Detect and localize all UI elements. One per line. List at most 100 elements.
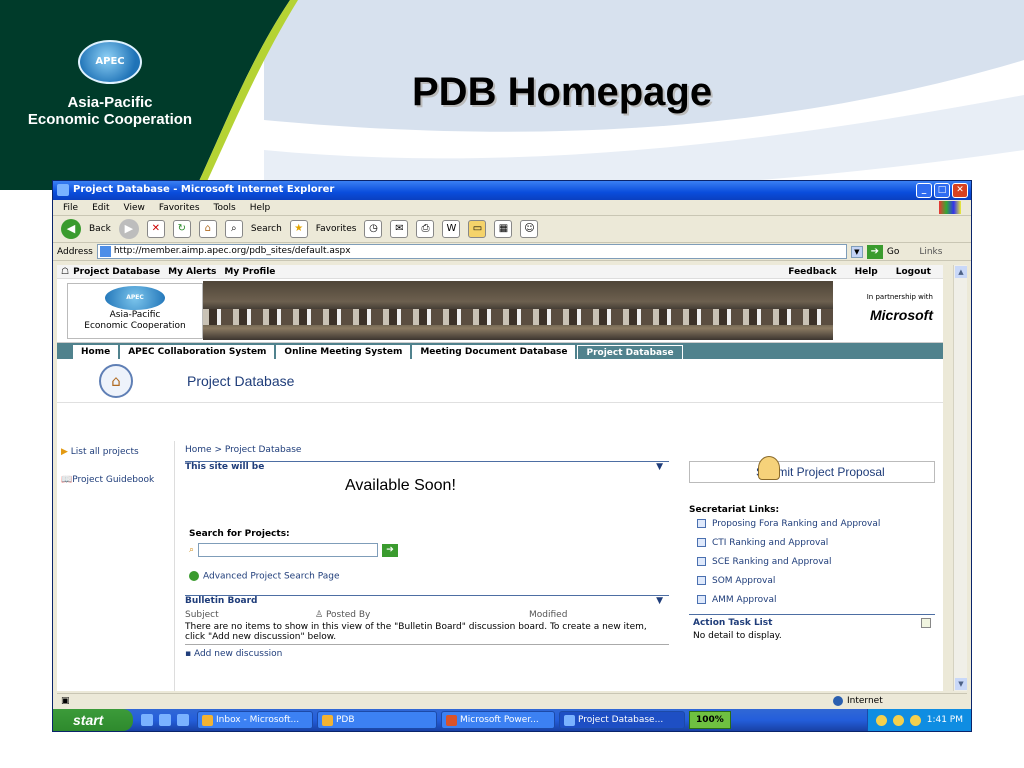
nav-list-all-projects[interactable]: ▶ List all projects bbox=[57, 441, 174, 457]
bullet-icon: ▪ bbox=[185, 649, 194, 659]
print-icon[interactable]: ⎙ bbox=[416, 220, 435, 238]
vertical-scrollbar[interactable]: ▲ ▼ bbox=[953, 265, 967, 691]
task-project-database[interactable]: Project Database... bbox=[559, 711, 685, 729]
home-icon[interactable]: ⌂ bbox=[198, 220, 217, 238]
advanced-search-link[interactable]: Advanced Project Search Page bbox=[189, 571, 340, 582]
window-title: Project Database - Microsoft Internet Ex… bbox=[73, 184, 335, 195]
quick-launch-outlook-icon[interactable] bbox=[159, 714, 171, 726]
link-logout[interactable]: Logout bbox=[896, 267, 931, 277]
tray-icon[interactable] bbox=[892, 714, 904, 726]
go-button[interactable]: Go bbox=[887, 247, 899, 257]
bulletin-menu-icon[interactable]: ▼ bbox=[656, 596, 663, 606]
zoom-level[interactable]: 100% bbox=[689, 711, 731, 729]
bulletin-header: Bulletin Board ▼ bbox=[185, 595, 669, 606]
menu-favorites[interactable]: Favorites bbox=[159, 203, 200, 215]
task-list-icon[interactable] bbox=[921, 618, 931, 628]
favorites-star-icon[interactable]: ★ bbox=[289, 220, 308, 238]
banner-meeting-photo bbox=[203, 281, 833, 340]
search-input[interactable] bbox=[198, 543, 379, 557]
link-project-database[interactable]: Project Database bbox=[73, 267, 160, 277]
menu-file[interactable]: File bbox=[63, 203, 78, 215]
messenger-icon[interactable]: ☺ bbox=[520, 220, 539, 238]
col-modified[interactable]: Modified bbox=[529, 610, 567, 620]
add-discussion-link[interactable]: ▪ Add new discussion bbox=[185, 649, 669, 659]
bulletin-empty-text: There are no items to show in this view … bbox=[185, 622, 669, 645]
back-button[interactable]: Back bbox=[89, 224, 111, 234]
edit-icon[interactable]: W bbox=[442, 220, 461, 238]
site-will-be-webpart: This site will be ▼ bbox=[185, 461, 669, 472]
tray-icon[interactable] bbox=[909, 714, 921, 726]
menu-edit[interactable]: Edit bbox=[92, 203, 109, 215]
folder-icon bbox=[322, 715, 333, 726]
status-bar: ▣ Internet bbox=[57, 693, 967, 709]
link-help[interactable]: Help bbox=[855, 267, 878, 277]
person-icon: ♙ bbox=[315, 610, 326, 620]
partner-block: In partnership with Microsoft bbox=[833, 279, 943, 342]
windows-taskbar: start Inbox - Microsoft... PDB Microsoft… bbox=[53, 709, 971, 731]
search-button[interactable]: Search bbox=[251, 224, 282, 234]
tab-project-database[interactable]: Project Database bbox=[577, 345, 683, 359]
submit-proposal-button[interactable]: Submit Project Proposal bbox=[689, 456, 935, 483]
link-feedback[interactable]: Feedback bbox=[788, 267, 836, 277]
doc-icon bbox=[697, 576, 706, 585]
link-som-approval[interactable]: SOM Approval bbox=[697, 576, 935, 591]
favorites-button[interactable]: Favorites bbox=[316, 224, 357, 234]
menu-tools[interactable]: Tools bbox=[214, 203, 236, 215]
folder-icon[interactable]: ▭ bbox=[468, 220, 487, 238]
task-inbox[interactable]: Inbox - Microsoft... bbox=[197, 711, 313, 729]
system-tray: 1:41 PM bbox=[866, 709, 971, 731]
scroll-up-icon[interactable]: ▲ bbox=[955, 266, 967, 278]
secretariat-title: Secretariat Links: bbox=[689, 505, 780, 515]
link-cti-ranking[interactable]: CTI Ranking and Approval bbox=[697, 538, 935, 553]
tab-apec-collaboration-system[interactable]: APEC Collaboration System bbox=[120, 345, 275, 359]
home-icon-circle: ⌂ bbox=[99, 363, 133, 398]
address-input[interactable]: http://member.aimp.apec.org/pdb_sites/de… bbox=[96, 244, 847, 259]
link-amm-approval[interactable]: AMM Approval bbox=[697, 595, 935, 610]
no-detail-text: No detail to display. bbox=[693, 631, 782, 641]
quick-launch bbox=[141, 714, 189, 726]
refresh-icon[interactable]: ↻ bbox=[172, 220, 191, 238]
action-task-list-header: Action Task List bbox=[689, 614, 935, 631]
link-my-alerts[interactable]: My Alerts bbox=[168, 267, 216, 277]
close-button[interactable]: ✕ bbox=[952, 183, 968, 198]
nav-project-guidebook[interactable]: 📖Project Guidebook bbox=[57, 457, 174, 485]
back-arrow-icon[interactable]: ◀ bbox=[61, 219, 81, 239]
search-go-icon[interactable]: ➔ bbox=[382, 543, 399, 557]
maximize-button[interactable]: □ bbox=[934, 183, 950, 198]
col-posted-by[interactable]: ♙ Posted By bbox=[315, 610, 529, 620]
task-powerpoint[interactable]: Microsoft Power... bbox=[441, 711, 555, 729]
site-nav-tabs: Home APEC Collaboration System Online Me… bbox=[57, 343, 943, 359]
search-icon[interactable]: ⌕ bbox=[224, 220, 243, 238]
minimize-button[interactable]: _ bbox=[916, 183, 932, 198]
link-my-profile[interactable]: My Profile bbox=[224, 267, 275, 277]
tray-icon[interactable] bbox=[875, 714, 887, 726]
site-icon: ☖ bbox=[61, 266, 70, 277]
tab-online-meeting-system[interactable]: Online Meeting System bbox=[276, 345, 411, 359]
research-icon[interactable]: ▦ bbox=[494, 220, 513, 238]
link-proposing-fora[interactable]: Proposing Fora Ranking and Approval bbox=[697, 519, 935, 534]
browser-toolbar: ◀ Back ▶ ✕ ↻ ⌂ ⌕ Search ★ Favorites ◷ ✉ … bbox=[53, 216, 971, 243]
tab-meeting-document-database[interactable]: Meeting Document Database bbox=[412, 345, 576, 359]
banner-apec-logo: APEC Asia-Pacific Economic Cooperation bbox=[67, 283, 203, 339]
stop-icon[interactable]: ✕ bbox=[146, 220, 165, 238]
start-button[interactable]: start bbox=[53, 709, 133, 731]
history-icon[interactable]: ◷ bbox=[364, 220, 383, 238]
webpart-menu-icon[interactable]: ▼ bbox=[656, 462, 663, 472]
book-icon: 📖 bbox=[61, 475, 73, 485]
scroll-down-icon[interactable]: ▼ bbox=[955, 678, 967, 690]
site-banner: APEC Asia-Pacific Economic Cooperation I… bbox=[57, 279, 943, 343]
menu-help[interactable]: Help bbox=[250, 203, 271, 215]
task-pdb[interactable]: PDB bbox=[317, 711, 437, 729]
go-arrow-icon[interactable]: ➔ bbox=[866, 244, 883, 259]
link-sce-ranking[interactable]: SCE Ranking and Approval bbox=[697, 557, 935, 572]
tab-home[interactable]: Home bbox=[73, 345, 119, 359]
mail-icon[interactable]: ✉ bbox=[390, 220, 409, 238]
quick-launch-ie-icon[interactable] bbox=[141, 714, 153, 726]
links-button[interactable]: Links bbox=[919, 247, 942, 257]
col-subject[interactable]: Subject bbox=[185, 610, 315, 620]
forward-arrow-icon[interactable]: ▶ bbox=[118, 219, 139, 239]
quick-launch-app-icon[interactable] bbox=[177, 714, 189, 726]
menu-view[interactable]: View bbox=[124, 203, 145, 215]
address-dropdown-icon[interactable]: ▼ bbox=[850, 245, 863, 258]
doc-icon bbox=[697, 595, 706, 604]
